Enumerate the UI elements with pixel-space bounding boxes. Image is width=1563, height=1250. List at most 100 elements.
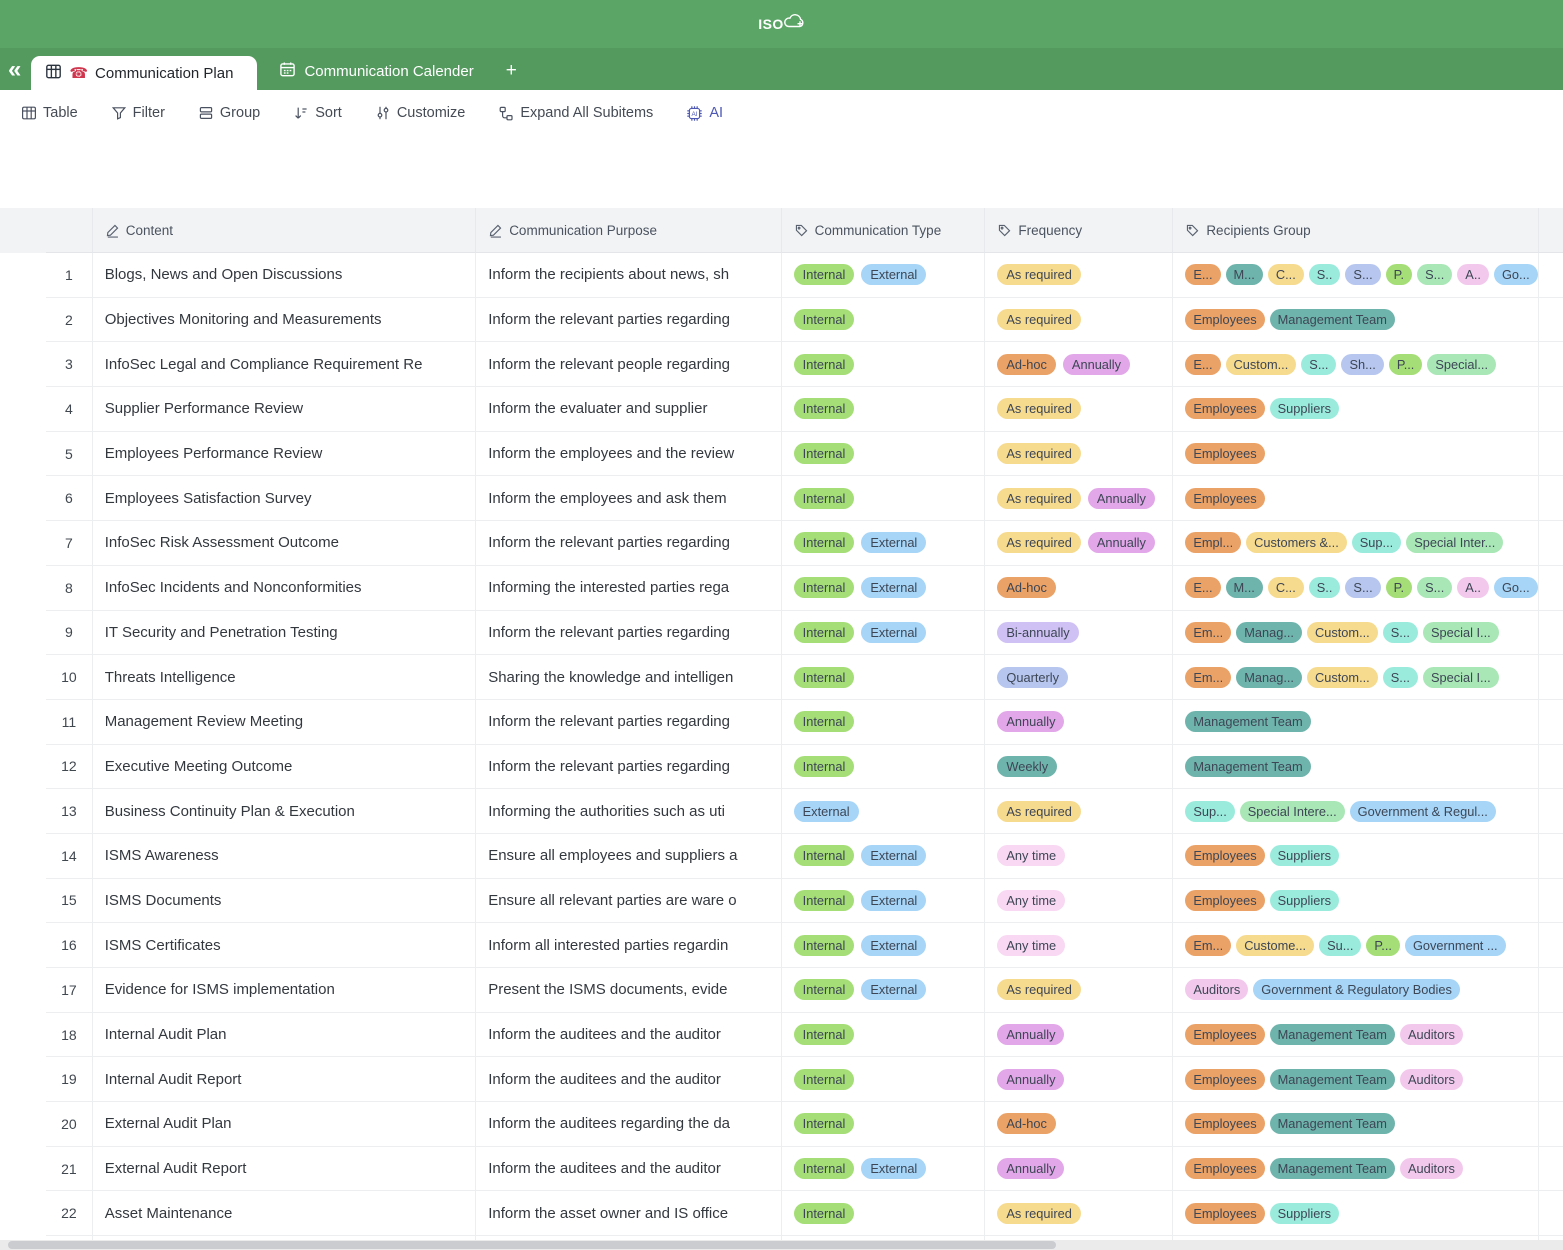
- cell-frequency[interactable]: As required: [985, 387, 1173, 432]
- cell-communication-type[interactable]: Internal: [782, 1102, 986, 1147]
- cell-recipients-group[interactable]: Employees: [1173, 432, 1539, 477]
- table-view-button[interactable]: Table: [21, 105, 78, 121]
- cell-communication-type[interactable]: Internal: [782, 298, 986, 343]
- cell-content[interactable]: Threats Intelligence: [93, 655, 476, 700]
- cell-content[interactable]: External Audit Report: [93, 1147, 476, 1192]
- cell-communication-purpose[interactable]: Inform the employees and ask them: [476, 476, 781, 521]
- cell-recipients-group[interactable]: Em...Custome...Su...P...Government ...: [1173, 923, 1539, 968]
- cell-content[interactable]: Asset Maintenance: [93, 1191, 476, 1236]
- collapse-sidebar-button[interactable]: «: [0, 58, 29, 90]
- cell-content[interactable]: External Audit Plan: [93, 1102, 476, 1147]
- cell-frequency[interactable]: Bi-annually: [985, 611, 1173, 656]
- cell-communication-purpose[interactable]: Present the ISMS documents, evide: [476, 968, 781, 1013]
- cell-recipients-group[interactable]: E...M...C...S..S...P.S...A..Go...: [1173, 566, 1539, 611]
- cell-communication-purpose[interactable]: Inform the relevant parties regarding: [476, 298, 781, 343]
- cell-communication-type[interactable]: InternalExternal: [782, 968, 986, 1013]
- cell-frequency[interactable]: As required: [985, 1191, 1173, 1236]
- cell-content[interactable]: IT Security and Penetration Testing: [93, 611, 476, 656]
- cell-communication-type[interactable]: InternalExternal: [782, 566, 986, 611]
- sort-button[interactable]: Sort: [293, 105, 342, 121]
- cell-frequency[interactable]: As requiredAnnually: [985, 521, 1173, 566]
- cell-communication-purpose[interactable]: Inform the auditees and the auditor: [476, 1057, 781, 1102]
- column-header-communication-purpose[interactable]: Communication Purpose: [476, 208, 781, 253]
- cell-content[interactable]: InfoSec Incidents and Nonconformities: [93, 566, 476, 611]
- cell-communication-type[interactable]: Internal: [782, 700, 986, 745]
- cell-recipients-group[interactable]: Employees: [1173, 476, 1539, 521]
- cell-communication-purpose[interactable]: Inform the relevant parties regarding: [476, 611, 781, 656]
- cell-communication-purpose[interactable]: Inform the auditees regarding the da: [476, 1102, 781, 1147]
- cell-frequency[interactable]: As required: [985, 253, 1173, 298]
- cell-recipients-group[interactable]: Sup...Special Intere...Government & Regu…: [1173, 789, 1539, 834]
- cell-frequency[interactable]: As required: [985, 789, 1173, 834]
- tab-communication-calender[interactable]: Communication Calender: [257, 61, 491, 90]
- cell-communication-type[interactable]: Internal: [782, 1191, 986, 1236]
- cell-content[interactable]: Evidence for ISMS implementation: [93, 968, 476, 1013]
- cell-content[interactable]: ISMS Documents: [93, 879, 476, 924]
- cell-communication-type[interactable]: Internal: [782, 432, 986, 477]
- cell-communication-type[interactable]: Internal: [782, 1013, 986, 1058]
- column-header-recipients-group[interactable]: Recipients Group: [1173, 208, 1539, 253]
- cell-communication-type[interactable]: InternalExternal: [782, 879, 986, 924]
- cell-communication-purpose[interactable]: Ensure all employees and suppliers a: [476, 834, 781, 879]
- cell-communication-purpose[interactable]: Inform the relevant parties regarding: [476, 745, 781, 790]
- cell-recipients-group[interactable]: EmployeesSuppliers: [1173, 834, 1539, 879]
- cell-frequency[interactable]: Ad-hoc: [985, 566, 1173, 611]
- cell-frequency[interactable]: Ad-hoc: [985, 1102, 1173, 1147]
- cell-communication-type[interactable]: Internal: [782, 387, 986, 432]
- cell-communication-type[interactable]: Internal: [782, 1057, 986, 1102]
- cell-frequency[interactable]: As required: [985, 298, 1173, 343]
- cell-content[interactable]: Employees Performance Review: [93, 432, 476, 477]
- cell-communication-purpose[interactable]: Inform the auditees and the auditor: [476, 1147, 781, 1192]
- cell-recipients-group[interactable]: EmployeesManagement TeamAuditors: [1173, 1057, 1539, 1102]
- cell-content[interactable]: ISMS Awareness: [93, 834, 476, 879]
- cell-frequency[interactable]: Ad-hocAnnually: [985, 342, 1173, 387]
- cell-recipients-group[interactable]: Em...Manag...Custom...S...Special I...: [1173, 655, 1539, 700]
- cell-communication-purpose[interactable]: Informing the interested parties rega: [476, 566, 781, 611]
- group-button[interactable]: Group: [198, 105, 260, 121]
- cell-frequency[interactable]: As requiredAnnually: [985, 476, 1173, 521]
- cell-communication-purpose[interactable]: Inform all interested parties regardin: [476, 923, 781, 968]
- cell-frequency[interactable]: Weekly: [985, 745, 1173, 790]
- customize-button[interactable]: Customize: [375, 105, 466, 121]
- cell-recipients-group[interactable]: Empl...Customers &...Sup...Special Inter…: [1173, 521, 1539, 566]
- cell-recipients-group[interactable]: EmployeesManagement Team: [1173, 1102, 1539, 1147]
- cell-communication-type[interactable]: InternalExternal: [782, 834, 986, 879]
- cell-frequency[interactable]: Any time: [985, 923, 1173, 968]
- cell-frequency[interactable]: Annually: [985, 1057, 1173, 1102]
- horizontal-scrollbar[interactable]: [0, 1240, 1563, 1250]
- cell-content[interactable]: Internal Audit Report: [93, 1057, 476, 1102]
- cell-communication-purpose[interactable]: Inform the relevant parties regarding: [476, 521, 781, 566]
- cell-recipients-group[interactable]: EmployeesManagement TeamAuditors: [1173, 1147, 1539, 1192]
- cell-content[interactable]: Supplier Performance Review: [93, 387, 476, 432]
- cell-content[interactable]: Employees Satisfaction Survey: [93, 476, 476, 521]
- cell-communication-type[interactable]: InternalExternal: [782, 611, 986, 656]
- cell-frequency[interactable]: Annually: [985, 1013, 1173, 1058]
- cell-recipients-group[interactable]: AuditorsGovernment & Regulatory Bodies: [1173, 968, 1539, 1013]
- ai-button[interactable]: AI AI: [686, 105, 723, 122]
- scrollbar-thumb[interactable]: [8, 1241, 1056, 1249]
- cell-communication-purpose[interactable]: Sharing the knowledge and intelligen: [476, 655, 781, 700]
- cell-recipients-group[interactable]: Management Team: [1173, 700, 1539, 745]
- cell-frequency[interactable]: Any time: [985, 834, 1173, 879]
- cell-communication-type[interactable]: InternalExternal: [782, 521, 986, 566]
- cell-content[interactable]: Objectives Monitoring and Measurements: [93, 298, 476, 343]
- cell-communication-purpose[interactable]: Inform the asset owner and IS office: [476, 1191, 781, 1236]
- cell-communication-purpose[interactable]: Inform the relevant people regarding: [476, 342, 781, 387]
- column-header-communication-type[interactable]: Communication Type: [782, 208, 986, 253]
- cell-frequency[interactable]: Quarterly: [985, 655, 1173, 700]
- expand-all-subitems-button[interactable]: Expand All Subitems: [498, 105, 653, 121]
- cell-frequency[interactable]: As required: [985, 968, 1173, 1013]
- cell-content[interactable]: Management Review Meeting: [93, 700, 476, 745]
- column-header-content[interactable]: Content: [93, 208, 476, 253]
- cell-communication-type[interactable]: Internal: [782, 476, 986, 521]
- cell-recipients-group[interactable]: Management Team: [1173, 745, 1539, 790]
- cell-communication-purpose[interactable]: Inform the recipients about news, sh: [476, 253, 781, 298]
- cell-communication-type[interactable]: Internal: [782, 745, 986, 790]
- cell-communication-type[interactable]: External: [782, 789, 986, 834]
- cell-recipients-group[interactable]: EmployeesSuppliers: [1173, 387, 1539, 432]
- cell-communication-purpose[interactable]: Inform the evaluater and supplier: [476, 387, 781, 432]
- cell-content[interactable]: InfoSec Legal and Compliance Requirement…: [93, 342, 476, 387]
- column-header-frequency[interactable]: Frequency: [985, 208, 1173, 253]
- cell-recipients-group[interactable]: EmployeesManagement Team: [1173, 298, 1539, 343]
- cell-content[interactable]: Internal Audit Plan: [93, 1013, 476, 1058]
